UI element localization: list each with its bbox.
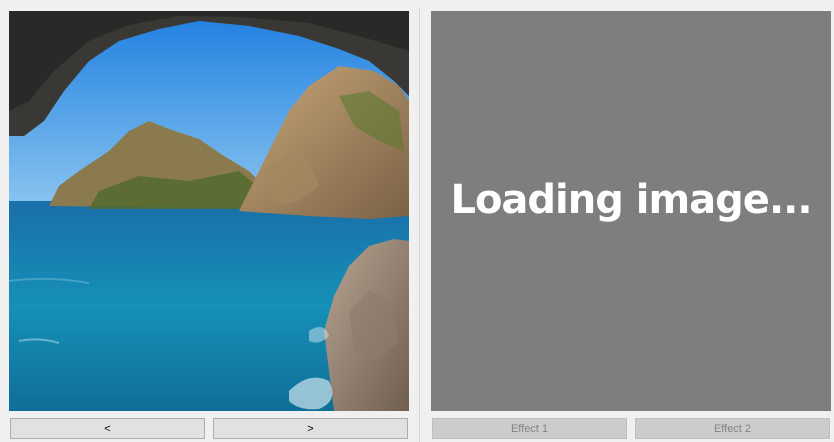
previous-image-button[interactable]: < [10, 418, 205, 439]
panel-splitter[interactable] [419, 8, 420, 442]
effect-1-button[interactable]: Effect 1 [432, 418, 627, 439]
next-image-button[interactable]: > [213, 418, 408, 439]
source-image [9, 11, 409, 411]
effect-2-button[interactable]: Effect 2 [635, 418, 830, 439]
loading-status-text: Loading image... [450, 177, 812, 223]
app-window: Loading image... < > Effect 1 Effect 2 [0, 0, 834, 442]
result-preview: Loading image... [431, 11, 831, 411]
